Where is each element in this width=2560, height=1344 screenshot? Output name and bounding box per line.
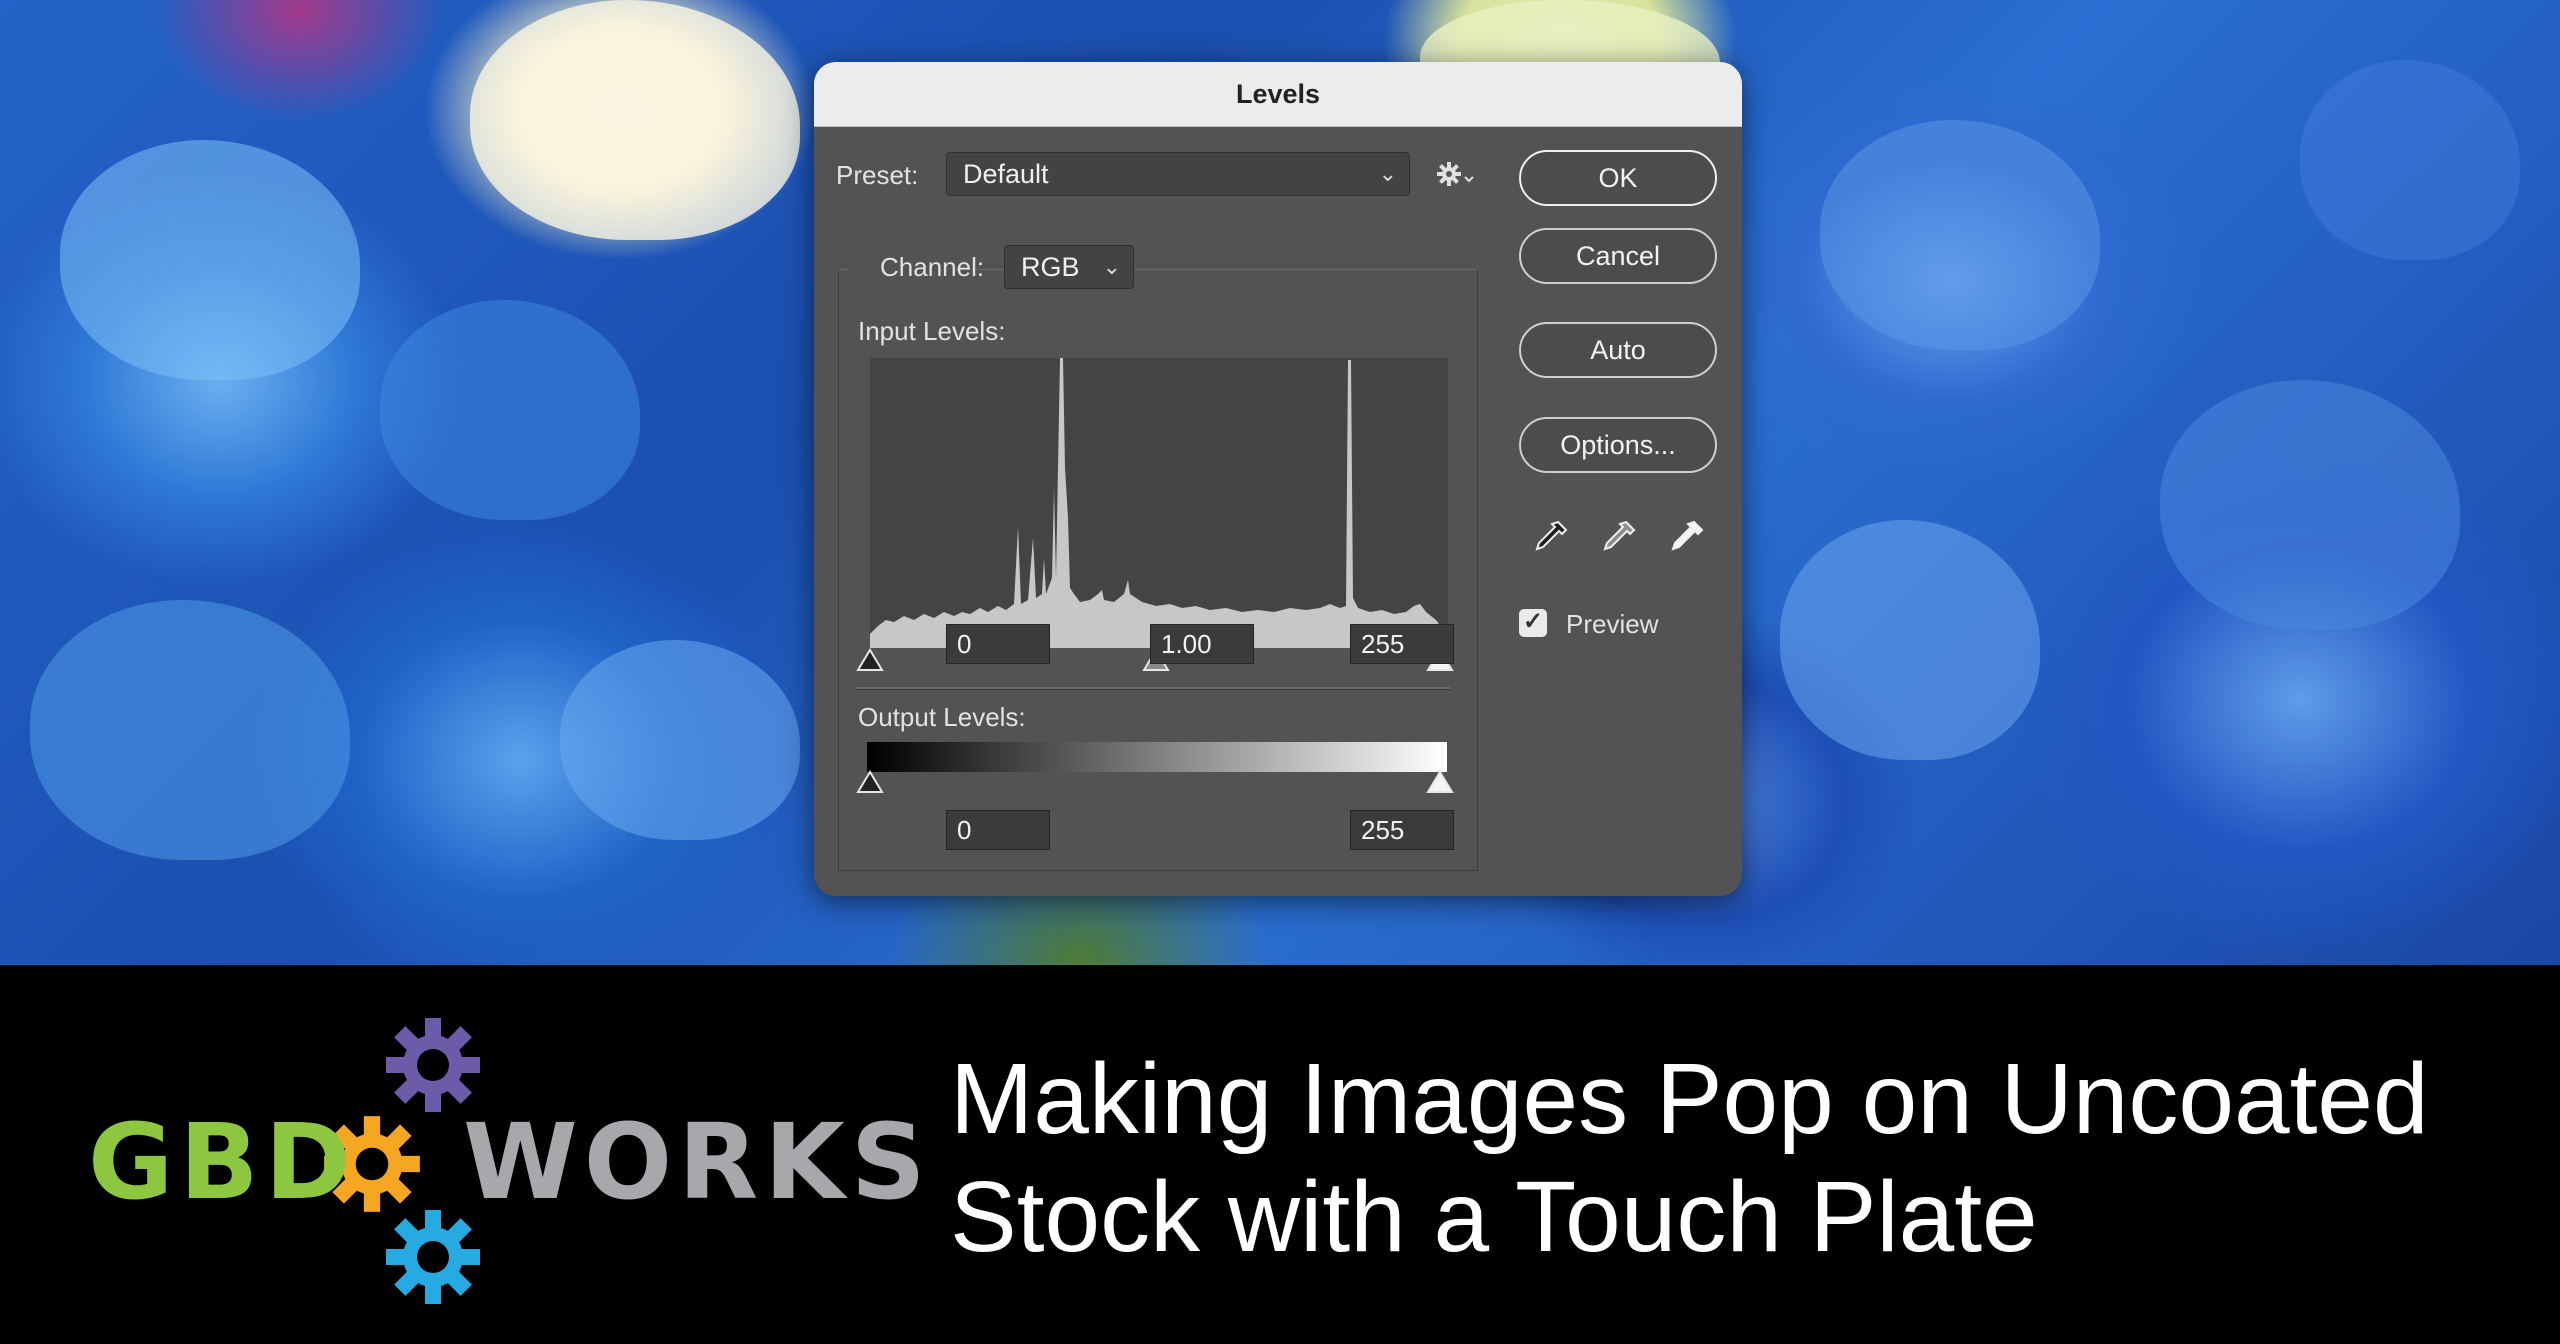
title-bar[interactable]: Levels [814, 62, 1742, 127]
auto-button[interactable]: Auto [1519, 322, 1717, 378]
petal-highlight [1820, 120, 2100, 350]
levels-dialog: Levels Preset: Default ⌄ Channel: RGB ⌄ … [814, 62, 1742, 896]
preview-checkbox[interactable]: ✓ [1519, 608, 1547, 637]
output-black-field[interactable]: 0 [946, 810, 1050, 850]
output-levels-label: Output Levels: [858, 702, 1026, 732]
gbd-works-logo: GBD WORKS [88, 1010, 926, 1310]
checkmark-icon: ✓ [1523, 608, 1544, 635]
logo-works-text: WORKS [463, 1101, 932, 1223]
histogram-graph [870, 358, 1448, 648]
chevron-down-icon: ⌄ [1378, 161, 1397, 186]
petal-highlight [2160, 380, 2460, 630]
histogram-shape [870, 358, 1448, 648]
histogram [870, 358, 1448, 648]
petal-highlight [60, 140, 360, 380]
gear-icon[interactable] [1436, 160, 1476, 190]
petal-highlight [2300, 60, 2520, 260]
headline-line-2: Stock with a Touch Plate [950, 1161, 2038, 1273]
gray-point-eyedropper-icon[interactable] [1598, 518, 1638, 562]
petal-highlight [30, 600, 350, 860]
chevron-down-icon: ⌄ [1102, 254, 1121, 279]
preset-value: Default [963, 159, 1049, 189]
output-white-slider[interactable] [1426, 770, 1454, 793]
petal-highlight [560, 640, 800, 840]
rose-highlight [470, 0, 800, 240]
channel-value: RGB [1021, 252, 1080, 282]
petal-highlight [380, 300, 640, 520]
output-slider-track[interactable] [854, 768, 1464, 798]
input-black-field[interactable]: 0 [946, 624, 1050, 664]
headline-line-1: Making Images Pop on Uncoated [950, 1043, 2429, 1155]
headline: Making Images Pop on Uncoated Stock with… [950, 1040, 2530, 1276]
options-button[interactable]: Options... [1519, 417, 1717, 473]
logo-gbd-text: GBD [88, 1101, 357, 1223]
ok-button[interactable]: OK [1519, 150, 1717, 206]
black-point-eyedropper-icon[interactable] [1530, 518, 1570, 562]
input-white-field[interactable]: 255 [1350, 624, 1454, 664]
section-divider [856, 687, 1450, 690]
preset-label: Preset: [836, 160, 919, 190]
input-levels-label: Input Levels: [858, 316, 1006, 346]
preset-select[interactable]: Default ⌄ [946, 152, 1410, 196]
white-point-eyedropper-icon[interactable] [1666, 518, 1706, 562]
output-black-slider[interactable] [856, 770, 884, 793]
input-gamma-field[interactable]: 1.00 [1150, 624, 1254, 664]
channel-label: Channel: [880, 252, 985, 282]
black-point-slider[interactable] [856, 648, 884, 671]
output-white-field[interactable]: 255 [1350, 810, 1454, 850]
cancel-button[interactable]: Cancel [1519, 228, 1717, 284]
dialog-title: Levels [1235, 79, 1321, 109]
preview-label: Preview [1566, 609, 1659, 639]
petal-highlight [1780, 520, 2040, 760]
channel-select[interactable]: RGB ⌄ [1004, 245, 1134, 289]
